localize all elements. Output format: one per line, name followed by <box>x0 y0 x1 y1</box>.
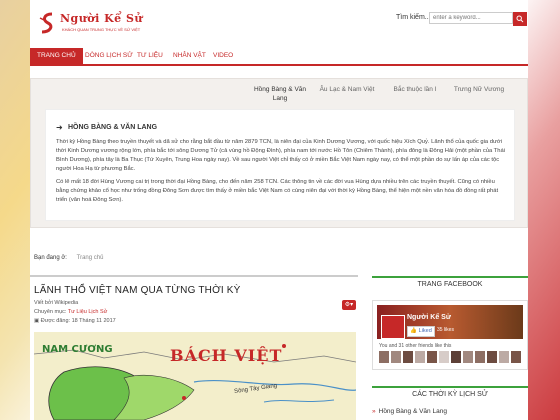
breadcrumb-home-link[interactable]: Trang chủ <box>77 255 104 261</box>
article-category: Chuyên mục: Tư Liệu Lịch Sử <box>34 309 107 315</box>
chevron-right-icon: » <box>372 408 376 415</box>
logo-mark-icon <box>39 12 53 34</box>
breadcrumb: Bạn đang ở: Trang chủ <box>34 255 103 261</box>
main-nav: Trang chủ Dòng lịch sử Tư liệu Nhân vật … <box>30 48 528 66</box>
search-button[interactable] <box>513 12 527 26</box>
facebook-widget[interactable]: Người Kể Sử 👍 Liked 35 likes You and 31 … <box>372 300 528 370</box>
facebook-friends-text: You and 31 other friends like this <box>379 343 452 349</box>
site-logo[interactable]: Người Kể Sử KHÁCH QUAN TRUNG THỰC VỀ SỬ … <box>38 10 142 38</box>
hero-paragraph-1: Thời kỳ Hồng Bàng theo truyền thuyết và … <box>56 139 505 172</box>
friend-avatar[interactable] <box>391 351 401 363</box>
logo-title: Người Kể Sử <box>60 12 143 25</box>
nav-item-home[interactable]: Trang chủ <box>30 48 83 64</box>
search-icon <box>516 15 524 23</box>
article-author: Viết bởi Wikipedia <box>34 300 79 306</box>
page: Người Kể Sử KHÁCH QUAN TRUNG THỰC VỀ SỬ … <box>30 0 528 420</box>
tab-hong-bang[interactable]: Hồng Bàng & Văn Lang <box>247 85 313 103</box>
nav-item-documents[interactable]: Tư liệu <box>137 48 163 64</box>
friend-avatar[interactable] <box>511 351 521 363</box>
tab-bac-thuoc[interactable]: Bắc thuộc lần I <box>387 85 443 94</box>
facebook-page-name[interactable]: Người Kể Sử <box>407 314 451 321</box>
map-label-nam-cuong: NAM CƯƠNG <box>42 344 113 355</box>
facebook-like-count: 35 likes <box>437 327 454 333</box>
friend-avatar[interactable] <box>499 351 509 363</box>
friend-avatar[interactable] <box>451 351 461 363</box>
map-label-bach-viet: BÁCH VIỆT <box>170 346 283 365</box>
hero-panel: Hồng Bàng & Văn Lang Âu Lạc & Nam Việt B… <box>30 78 528 228</box>
facebook-heading: TRANG FACEBOOK <box>372 276 528 292</box>
logo-subtitle: KHÁCH QUAN TRUNG THỰC VỀ SỬ VIỆT <box>62 27 141 32</box>
hero-heading: HỒNG BÀNG & VĂN LANG <box>68 124 158 131</box>
article-title[interactable]: LÃNH THỔ VIỆT NAM QUA TỪNG THỜI KỲ <box>34 285 241 296</box>
periods-list-item-label: Hồng Bàng & Văn Lang <box>378 408 447 415</box>
breadcrumb-label: Bạn đang ở: <box>34 255 67 261</box>
search-input[interactable] <box>429 12 513 24</box>
article-category-label: Chuyên mục: <box>34 309 67 315</box>
periods-list: » Hồng Bàng & Văn Lang <box>372 408 528 415</box>
nav-item-video[interactable]: Video <box>213 48 233 64</box>
friend-avatar[interactable] <box>475 351 485 363</box>
calendar-icon: ▣ <box>34 318 40 324</box>
facebook-like-label: Liked <box>418 328 432 334</box>
hero-content: ➜ HỒNG BÀNG & VĂN LANG Thời kỳ Hồng Bàng… <box>45 109 515 221</box>
friend-avatar[interactable] <box>415 351 425 363</box>
search-label: Tìm kiếm... <box>396 14 431 21</box>
hero-paragraph-2: Có lẽ mất 18 đời Hùng Vương cai trị tron… <box>56 179 499 203</box>
facebook-cover: Người Kể Sử 👍 Liked 35 likes <box>377 305 523 339</box>
article-divider <box>30 275 358 277</box>
friend-avatar[interactable] <box>439 351 449 363</box>
periods-list-item[interactable]: » Hồng Bàng & Văn Lang <box>372 408 528 415</box>
facebook-friend-avatars <box>379 351 525 365</box>
tab-trung-nu-vuong[interactable]: Trưng Nữ Vương <box>451 85 507 94</box>
period-tabs: Hồng Bàng & Văn Lang Âu Lạc & Nam Việt B… <box>31 85 529 107</box>
friend-avatar[interactable] <box>463 351 473 363</box>
tab-au-lac[interactable]: Âu Lạc & Nam Việt <box>317 85 377 94</box>
article-tools-button[interactable]: ⚙▾ <box>342 300 356 310</box>
nav-item-history-flow[interactable]: Dòng lịch sử <box>85 48 133 64</box>
friend-avatar[interactable] <box>427 351 437 363</box>
friend-avatar[interactable] <box>487 351 497 363</box>
friend-avatar[interactable] <box>403 351 413 363</box>
facebook-avatar <box>381 315 405 339</box>
thumbs-up-icon: 👍 <box>410 328 418 334</box>
friend-avatar[interactable] <box>379 351 389 363</box>
article-category-link[interactable]: Tư Liệu Lịch Sử <box>68 309 107 315</box>
article-date: ▣ Được đăng: 18 Tháng 11 2017 <box>34 318 116 324</box>
article-map-image: NAM CƯƠNG BÁCH VIỆT Sông Tây Giang <box>34 332 356 420</box>
gear-icon: ⚙▾ <box>344 302 354 308</box>
periods-heading: CÁC THỜI KỲ LỊCH SỬ <box>372 386 528 402</box>
arrow-right-icon: ➜ <box>56 123 63 132</box>
nav-item-people[interactable]: Nhân vật <box>173 48 206 64</box>
facebook-like-button[interactable]: 👍 Liked <box>407 326 435 337</box>
article-date-text: Được đăng: 18 Tháng 11 2017 <box>40 318 116 324</box>
